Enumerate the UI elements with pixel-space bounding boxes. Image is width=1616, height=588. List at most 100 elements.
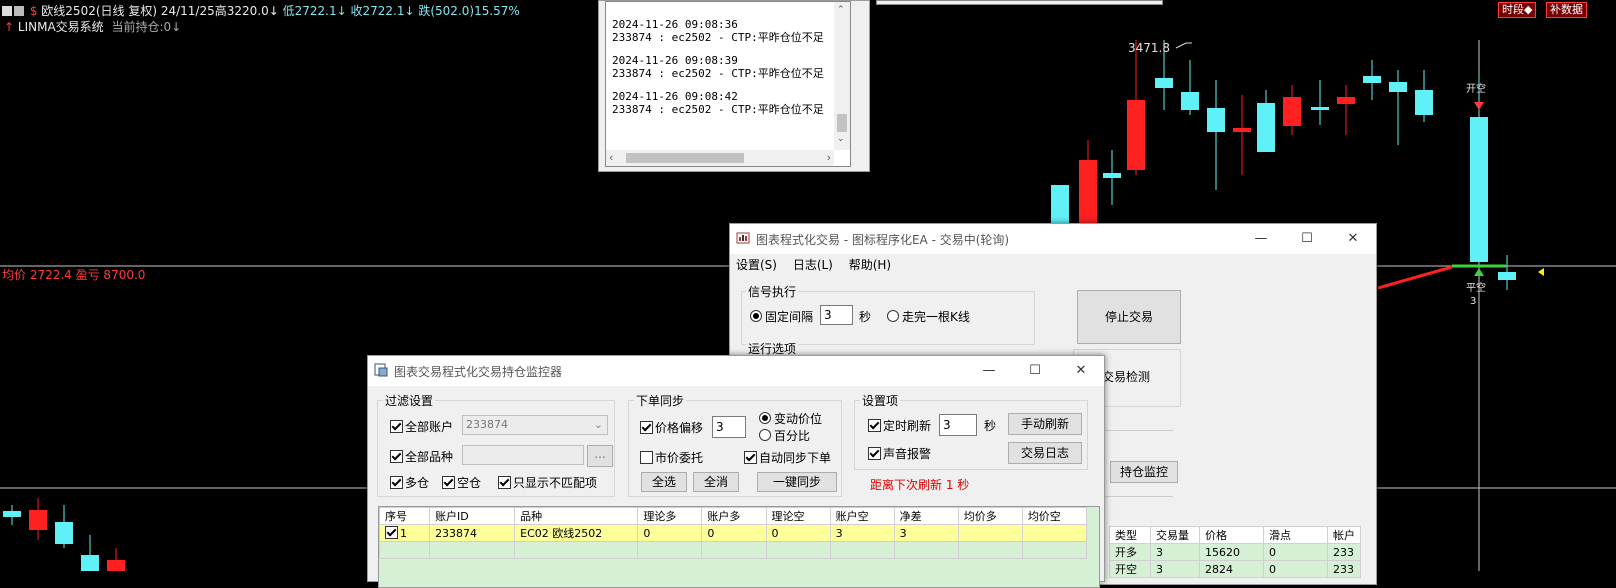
- one-key-sync-button[interactable]: 一键同步: [757, 472, 837, 492]
- scroll-right-icon[interactable]: ›: [827, 151, 831, 164]
- col-account-short[interactable]: 账户空: [829, 507, 895, 525]
- trade-table: 类型 交易量 价格 滑点 帐户 开多 3 15620 0 233 开空 3 2824 0 233: [1109, 526, 1361, 578]
- all-accounts-checkbox[interactable]: 全部账户: [390, 418, 453, 435]
- col-type[interactable]: 类型: [1109, 526, 1151, 544]
- long-checkbox[interactable]: 多仓: [390, 474, 429, 491]
- monitor-app-icon: [374, 363, 388, 377]
- position-table-header: 序号 账户ID 品种 理论多 账户多 理论空 账户空 净差 均价多 均价空: [378, 507, 1088, 525]
- log-window: 2024-11-26 09:08:36 233874 : ec2502 - CT…: [598, 0, 870, 172]
- clear-all-button[interactable]: 全消: [693, 472, 739, 492]
- col-account[interactable]: 帐户: [1327, 526, 1361, 544]
- col-avg-long[interactable]: 均价多: [957, 507, 1023, 525]
- menu-help[interactable]: 帮助(H): [849, 258, 891, 272]
- ea-titlebar[interactable]: 图表程式化交易 - 图标程序化EA - 交易中(轮询) — ☐ ✕: [730, 224, 1376, 254]
- candle-body: [1257, 103, 1275, 152]
- table-row[interactable]: [378, 541, 1088, 559]
- col-avg-short[interactable]: 均价空: [1021, 507, 1088, 525]
- col-price[interactable]: 价格: [1199, 526, 1264, 544]
- table-row[interactable]: 开空 3 2824 0 233: [1109, 560, 1361, 578]
- horizontal-scrollbar[interactable]: ‹ ›: [606, 150, 834, 166]
- monitor-titlebar[interactable]: 图表交易程式化交易持仓监控器 — ☐ ✕: [368, 356, 1104, 386]
- app-icon: [736, 232, 750, 244]
- select-all-button[interactable]: 全选: [641, 472, 687, 492]
- sound-alarm-checkbox[interactable]: 声音报警: [868, 445, 931, 462]
- all-products-checkbox[interactable]: 全部品种: [390, 448, 453, 465]
- only-mismatch-checkbox[interactable]: 只显示不匹配项: [498, 474, 597, 491]
- candle-body: [1283, 97, 1301, 126]
- minimize-icon[interactable]: —: [1238, 224, 1284, 254]
- monitor-window: 图表交易程式化交易持仓监控器 — ☐ ✕ 过滤设置 全部账户 233874 ⌄ 全…: [367, 355, 1105, 588]
- interval-input[interactable]: 3: [820, 305, 853, 325]
- trend-line: [1377, 265, 1453, 290]
- col-account-id[interactable]: 账户ID: [429, 507, 516, 525]
- market-order-checkbox[interactable]: 市价委托: [640, 449, 703, 466]
- menu-bar: 设置(S) 日志(L) 帮助(H): [736, 256, 891, 273]
- close-chart-icon[interactable]: [14, 6, 24, 16]
- tick-move-radio[interactable]: 变动价位: [759, 410, 822, 427]
- table-row[interactable]: 开多 3 15620 0 233: [1109, 543, 1361, 561]
- bar-end-radio[interactable]: 走完一根K线: [887, 308, 970, 325]
- fill-data-button[interactable]: 补数据: [1546, 2, 1587, 18]
- col-theory-long[interactable]: 理论多: [637, 507, 703, 525]
- window-menu-icon[interactable]: [2, 6, 12, 16]
- refresh-interval-input[interactable]: 3: [939, 414, 977, 436]
- menu-log[interactable]: 日志(L): [793, 258, 833, 272]
- window-title: 图表程式化交易 - 图标程序化EA - 交易中(轮询): [756, 233, 1010, 247]
- account-select[interactable]: 233874 ⌄: [462, 415, 608, 435]
- log-time: 2024-11-26 09:08:36: [612, 18, 738, 31]
- col-net-diff[interactable]: 净差: [893, 507, 959, 525]
- offset-input[interactable]: 3: [712, 416, 746, 438]
- log-time: 2024-11-26 09:08:39: [612, 54, 738, 67]
- col-qty[interactable]: 交易量: [1150, 526, 1200, 544]
- candle-body: [1389, 82, 1407, 92]
- log-msg: 233874 : ec2502 - CTP:平昨仓位不足: [612, 103, 824, 116]
- chart-title-line: $ 欧线2502(日线 复权) 24/11/25高3220.0↓ 低2722.1…: [2, 2, 520, 19]
- col-account-long[interactable]: 账户多: [701, 507, 767, 525]
- position-table-frame: 序号 账户ID 品种 理论多 账户多 理论空 账户空 净差 均价多 均价空 1 …: [378, 506, 1100, 588]
- vertical-scrollbar[interactable]: ⌃ ⌄: [834, 2, 850, 150]
- price-offset-checkbox[interactable]: 价格偏移: [640, 419, 703, 436]
- menu-settings[interactable]: 设置(S): [736, 258, 777, 272]
- trade-log-button[interactable]: 交易日志: [1008, 442, 1082, 464]
- product-input[interactable]: [462, 445, 584, 465]
- log-msg: 233874 : ec2502 - CTP:平昨仓位不足: [612, 67, 824, 80]
- signal-group-label: 信号执行: [746, 283, 799, 300]
- log-text-area[interactable]: 2024-11-26 09:08:36 233874 : ec2502 - CT…: [605, 1, 851, 167]
- scroll-down-icon[interactable]: ⌄: [837, 134, 845, 144]
- auto-sync-checkbox[interactable]: 自动同步下单: [744, 449, 831, 466]
- dollar-icon: $: [29, 4, 38, 18]
- scroll-up-icon[interactable]: ⌃: [837, 5, 845, 15]
- filter-group-label: 过滤设置: [383, 392, 436, 409]
- chevron-down-icon: ⌄: [593, 418, 603, 431]
- col-index[interactable]: 序号: [378, 507, 431, 525]
- browse-button[interactable]: ...: [587, 445, 613, 467]
- stop-trading-button[interactable]: 停止交易: [1077, 290, 1181, 344]
- price-pointer-icon: [1538, 268, 1544, 276]
- minimize-icon[interactable]: —: [966, 356, 1012, 386]
- low-value: 低2722.1↓: [282, 4, 347, 18]
- maximize-icon[interactable]: ☐: [1012, 356, 1058, 386]
- fixed-interval-radio[interactable]: 固定间隔: [750, 308, 813, 325]
- table-row[interactable]: 1 233874 EC02 欧线2502 0 0 0 3 3: [378, 524, 1088, 542]
- maximize-icon[interactable]: ☐: [1284, 224, 1330, 254]
- scroll-left-icon[interactable]: ‹: [609, 151, 613, 164]
- position-table: 序号 账户ID 品种 理论多 账户多 理论空 账户空 净差 均价多 均价空 1 …: [378, 507, 1088, 559]
- background-window-edge: [876, 0, 1163, 5]
- close-icon[interactable]: ✕: [1330, 224, 1376, 254]
- col-slip[interactable]: 滑点: [1263, 526, 1328, 544]
- scroll-thumb[interactable]: [837, 114, 847, 132]
- percent-radio[interactable]: 百分比: [759, 427, 810, 444]
- col-product[interactable]: 品种: [514, 507, 639, 525]
- candle-body: [1155, 78, 1173, 88]
- position-monitor-button[interactable]: 持仓监控: [1110, 461, 1178, 483]
- h-scroll-thumb[interactable]: [626, 153, 744, 163]
- manual-refresh-button[interactable]: 手动刷新: [1008, 413, 1082, 435]
- candle-body: [1127, 100, 1145, 170]
- col-theory-short[interactable]: 理论空: [765, 507, 831, 525]
- row-checkbox[interactable]: [385, 526, 400, 540]
- candle-body: [1233, 128, 1251, 132]
- session-button[interactable]: 时段◆: [1498, 2, 1537, 18]
- short-checkbox[interactable]: 空仓: [442, 474, 481, 491]
- close-icon[interactable]: ✕: [1058, 356, 1104, 386]
- timer-refresh-checkbox[interactable]: 定时刷新: [868, 417, 931, 434]
